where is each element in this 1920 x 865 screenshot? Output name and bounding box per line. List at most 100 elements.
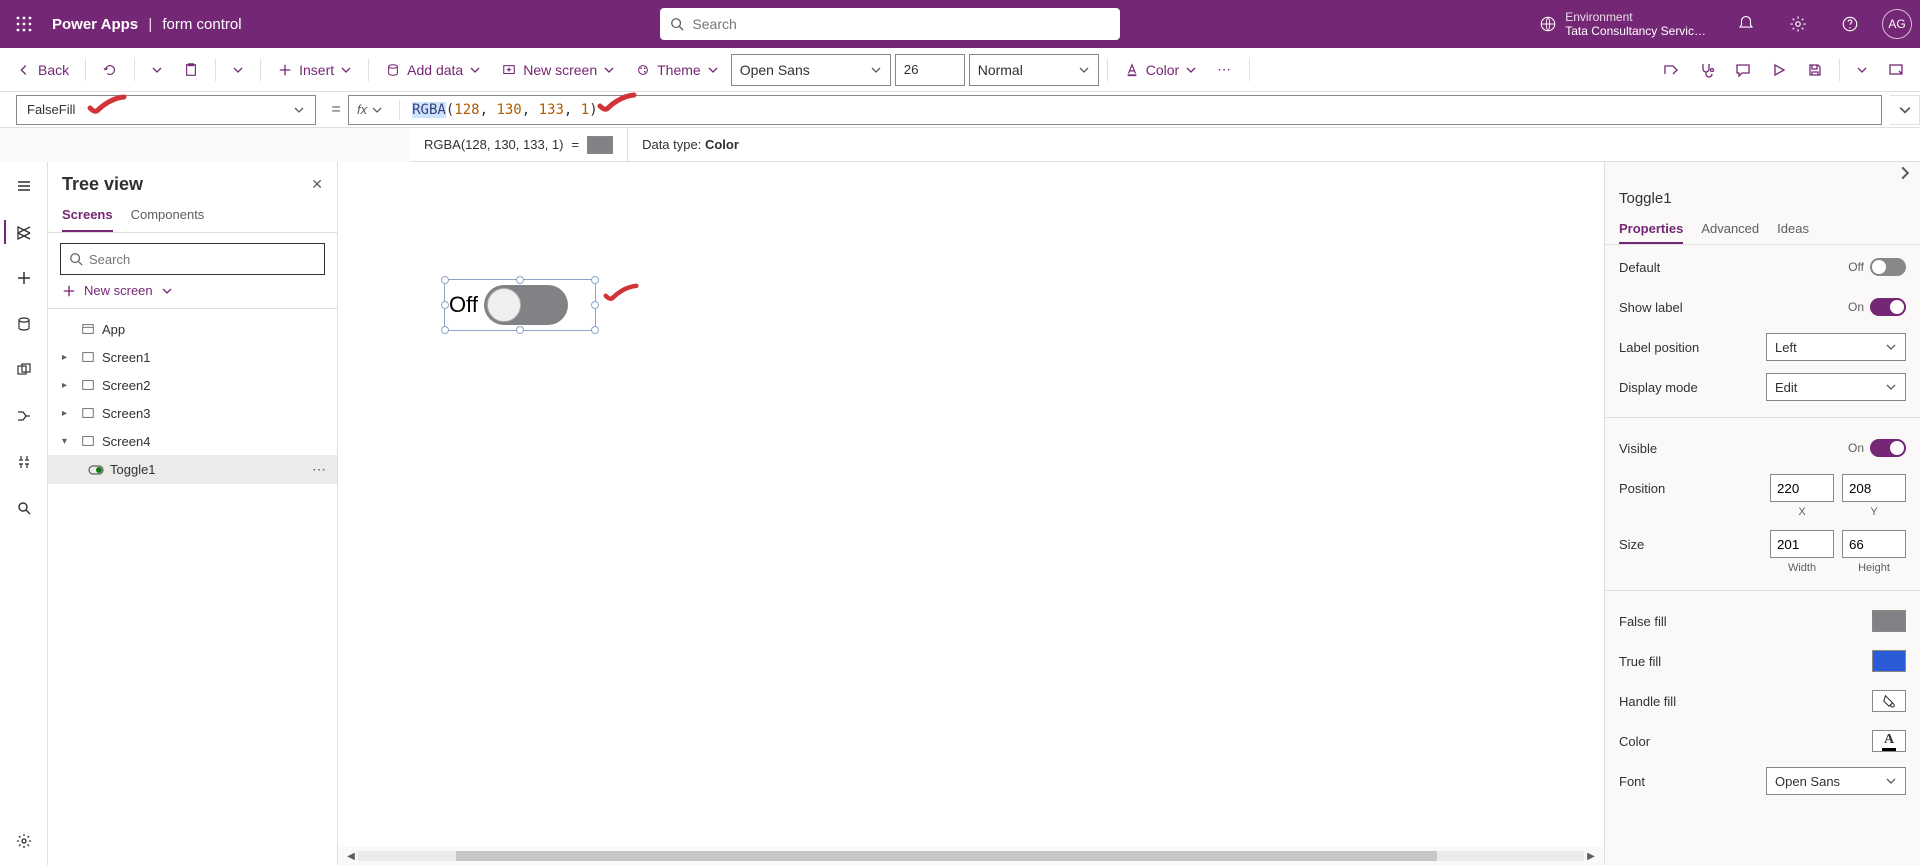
command-bar: Back Insert Add data New screen Theme Op… [0, 48, 1920, 92]
prop-font: Font Open Sans [1619, 767, 1906, 795]
color-button[interactable]: Color [1116, 54, 1205, 86]
tree-item-screen3[interactable]: ▸ Screen3 [48, 399, 337, 427]
tree-item-more-button[interactable]: ⋯ [312, 461, 327, 478]
resize-handle[interactable] [441, 301, 449, 309]
font-size-input[interactable] [895, 54, 965, 86]
tree-item-toggle1[interactable]: Toggle1 ⋯ [48, 455, 337, 484]
scroll-left-icon[interactable]: ◀ [344, 851, 358, 862]
global-search-input[interactable] [692, 16, 1110, 32]
canvas-area: Off ◀ ▶ [338, 162, 1604, 865]
tab-screens[interactable]: Screens [62, 199, 113, 232]
chevron-right-icon: ▸ [62, 380, 74, 391]
toggle-track[interactable] [484, 285, 568, 325]
display-mode-select[interactable]: Edit [1766, 373, 1906, 401]
scroll-right-icon[interactable]: ▶ [1584, 851, 1598, 862]
global-search[interactable] [660, 8, 1120, 40]
app-checker-button[interactable] [1691, 54, 1723, 86]
tab-properties[interactable]: Properties [1619, 215, 1683, 244]
app-launcher-icon[interactable] [8, 8, 40, 40]
help-icon[interactable] [1830, 0, 1870, 48]
tab-ideas[interactable]: Ideas [1777, 215, 1809, 244]
property-name: FalseFill [27, 102, 75, 117]
resize-handle[interactable] [516, 276, 524, 284]
canvas[interactable]: Off [338, 162, 1604, 847]
rail-flows-button[interactable] [4, 400, 44, 432]
size-h-input[interactable] [1842, 530, 1906, 558]
rail-search-button[interactable] [4, 492, 44, 524]
position-y-input[interactable] [1842, 474, 1906, 502]
theme-label: Theme [657, 62, 701, 78]
notifications-icon[interactable] [1726, 0, 1766, 48]
publish-button[interactable] [1880, 54, 1912, 86]
save-dropdown[interactable] [1848, 54, 1876, 86]
formula-data-type: Data type: Color [628, 137, 753, 152]
properties-nav-button[interactable] [1605, 162, 1920, 184]
rail-tree-view-button[interactable] [4, 216, 44, 248]
property-selector[interactable]: FalseFill [16, 95, 316, 125]
font-select[interactable]: Open Sans [1766, 767, 1906, 795]
rail-data-button[interactable] [4, 308, 44, 340]
more-formatting-button[interactable]: ⋯ [1209, 54, 1241, 86]
rail-insert-button[interactable] [4, 262, 44, 294]
environment-picker[interactable]: Environment Tata Consultancy Servic… [1539, 10, 1706, 39]
toggle-control[interactable]: Off [449, 284, 591, 326]
default-switch[interactable]: Off [1848, 258, 1906, 276]
font-family-select[interactable]: Open Sans [731, 54, 891, 86]
horizontal-scrollbar[interactable]: ◀ ▶ [344, 849, 1598, 863]
tree-item-screen1[interactable]: ▸ Screen1 [48, 343, 337, 371]
paste-dropdown[interactable] [224, 54, 252, 86]
resize-handle[interactable] [591, 276, 599, 284]
rail-media-button[interactable] [4, 354, 44, 386]
tree-item-screen4[interactable]: ▾ Screen4 [48, 427, 337, 455]
share-button[interactable] [1655, 54, 1687, 86]
new-screen-button[interactable]: New screen [493, 54, 623, 86]
tab-advanced[interactable]: Advanced [1701, 215, 1759, 244]
label-position-select[interactable]: Left [1766, 333, 1906, 361]
preview-button[interactable] [1763, 54, 1795, 86]
save-button[interactable] [1799, 54, 1831, 86]
show-label-switch[interactable]: On [1848, 298, 1906, 316]
color-button[interactable]: A [1872, 730, 1906, 752]
add-data-button[interactable]: Add data [377, 54, 489, 86]
visible-switch[interactable]: On [1848, 439, 1906, 457]
expand-formula-button[interactable] [1890, 95, 1920, 125]
tree-item-screen2[interactable]: ▸ Screen2 [48, 371, 337, 399]
undo-dropdown[interactable] [143, 54, 171, 86]
close-tree-button[interactable]: ✕ [311, 176, 323, 193]
resize-handle[interactable] [441, 326, 449, 334]
resize-handle[interactable] [591, 326, 599, 334]
formula-input[interactable]: fx RGBA(128, 130, 133, 1) [348, 95, 1882, 125]
prop-label: Display mode [1619, 380, 1698, 395]
theme-button[interactable]: Theme [627, 54, 727, 86]
handle-fill-button[interactable] [1872, 690, 1906, 712]
comments-button[interactable] [1727, 54, 1759, 86]
back-button[interactable]: Back [8, 54, 77, 86]
tree-search-input[interactable] [89, 252, 316, 267]
insert-button[interactable]: Insert [269, 54, 360, 86]
tree-item-app[interactable]: App [48, 315, 337, 343]
resize-handle[interactable] [591, 301, 599, 309]
size-w-input[interactable] [1770, 530, 1834, 558]
resize-handle[interactable] [516, 326, 524, 334]
undo-button[interactable] [94, 54, 126, 86]
tree-new-screen-button[interactable]: New screen [48, 275, 337, 306]
settings-icon[interactable] [1778, 0, 1818, 48]
rail-tools-button[interactable] [4, 446, 44, 478]
scroll-thumb[interactable] [456, 851, 1437, 861]
tree-search[interactable] [60, 243, 325, 275]
true-fill-swatch[interactable] [1872, 650, 1906, 672]
position-x-input[interactable] [1770, 474, 1834, 502]
font-weight-select[interactable]: Normal [969, 54, 1099, 86]
chevron-right-icon [1898, 166, 1912, 180]
environment-icon [1539, 15, 1557, 33]
resize-handle[interactable] [441, 276, 449, 284]
tab-components[interactable]: Components [131, 199, 205, 232]
rail-settings-button[interactable] [4, 825, 44, 857]
avatar[interactable]: AG [1882, 9, 1912, 39]
rail-hamburger-button[interactable] [4, 170, 44, 202]
false-fill-swatch[interactable] [1872, 610, 1906, 632]
prop-color: Color A [1619, 727, 1906, 755]
paste-button[interactable] [175, 54, 207, 86]
scroll-track[interactable] [358, 851, 1584, 861]
selection-outline[interactable]: Off [444, 279, 596, 331]
